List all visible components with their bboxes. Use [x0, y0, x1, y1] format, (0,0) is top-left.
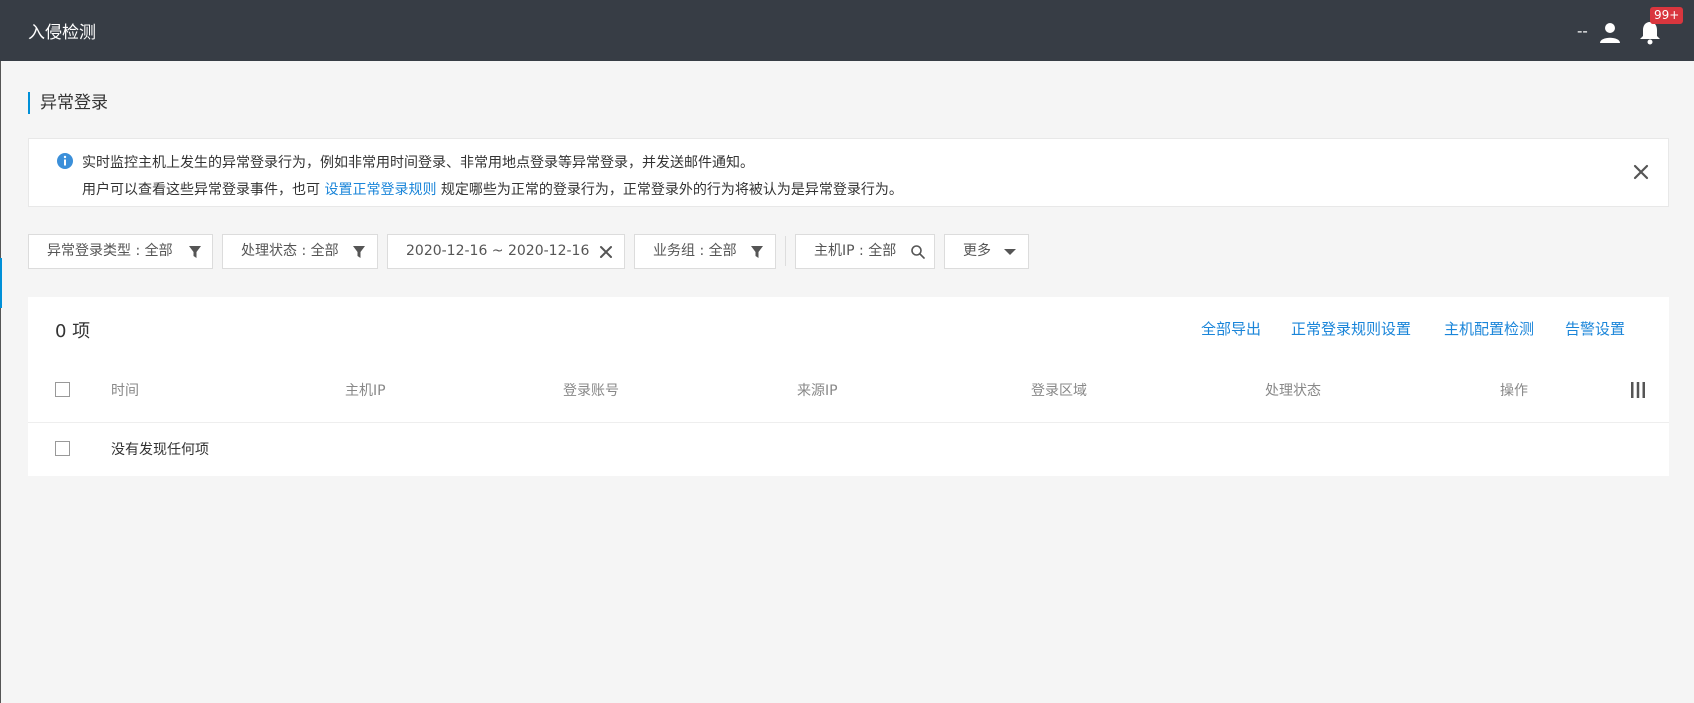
column-header-status[interactable]: 处理状态 — [1265, 380, 1321, 400]
column-header-time[interactable]: 时间 — [111, 380, 139, 400]
info-text-line1: 实时监控主机上发生的异常登录行为，例如非常用时间登录、非常用地点登录等异常登录，… — [82, 155, 754, 171]
left-edge-divider — [0, 61, 1, 703]
info-text-line2: 用户可以查看这些异常登录事件，也可 设置正常登录规则 规定哪些为正常的登录行为，… — [82, 179, 903, 199]
status-filter-label: 处理状态 : 全部 — [241, 243, 339, 259]
clear-date-icon[interactable] — [598, 244, 614, 260]
caret-down-icon — [1004, 249, 1016, 255]
info-text-prefix: 用户可以查看这些异常登录事件，也可 — [82, 182, 320, 198]
column-header-host-ip[interactable]: 主机IP — [345, 380, 386, 400]
column-settings-icon[interactable] — [1629, 381, 1647, 399]
alert-settings-link[interactable]: 告警设置 — [1565, 318, 1625, 339]
filter-icon — [353, 246, 365, 258]
result-count: 0 项 — [55, 321, 91, 342]
host-ip-search-label: 主机IP : 全部 — [814, 243, 897, 259]
page-title: 异常登录 — [28, 92, 108, 114]
info-icon — [57, 153, 73, 169]
business-group-filter[interactable]: 业务组 : 全部 — [634, 234, 776, 269]
filter-icon — [189, 246, 201, 258]
left-edge-marker — [0, 258, 2, 308]
date-range-label: 2020-12-16 ~ 2020-12-16 — [406, 243, 590, 259]
more-filters-label: 更多 — [963, 243, 991, 259]
filter-divider — [785, 236, 786, 266]
normal-login-rules-link[interactable]: 正常登录规则设置 — [1291, 318, 1411, 339]
column-header-actions: 操作 — [1500, 383, 1528, 399]
business-group-filter-label: 业务组 : 全部 — [653, 243, 737, 259]
app-title: 入侵检测 — [28, 23, 96, 43]
set-normal-login-rules-link[interactable]: 设置正常登录规则 — [324, 182, 436, 198]
column-header-source-ip[interactable]: 来源IP — [797, 380, 838, 400]
info-text-suffix: 规定哪些为正常的登录行为，正常登录外的行为将被认为是异常登录行为。 — [440, 182, 903, 198]
export-all-link[interactable]: 全部导出 — [1201, 318, 1261, 339]
host-config-check-link[interactable]: 主机配置检测 — [1444, 318, 1534, 339]
empty-state-text: 没有发现任何项 — [111, 442, 209, 458]
notification-badge: 99+ — [1650, 7, 1684, 24]
column-header-login-account[interactable]: 登录账号 — [563, 380, 619, 400]
search-icon[interactable] — [910, 244, 926, 260]
login-type-filter-label: 异常登录类型 : 全部 — [47, 243, 173, 259]
top-bar: 入侵检测 -- 99+ — [0, 0, 1694, 61]
user-icon[interactable] — [1598, 20, 1622, 44]
select-all-checkbox[interactable] — [55, 382, 70, 397]
login-type-filter[interactable]: 异常登录类型 : 全部 — [28, 234, 213, 269]
date-range-filter[interactable]: 2020-12-16 ~ 2020-12-16 — [387, 234, 625, 269]
more-filters-dropdown[interactable]: 更多 — [944, 234, 1029, 269]
host-ip-search[interactable]: 主机IP : 全部 — [795, 234, 935, 269]
info-banner: 实时监控主机上发生的异常登录行为，例如非常用时间登录、非常用地点登录等异常登录，… — [28, 138, 1669, 207]
column-header-login-region[interactable]: 登录区域 — [1031, 380, 1087, 400]
header-row-divider — [28, 422, 1669, 423]
close-icon[interactable] — [1630, 161, 1652, 183]
status-filter[interactable]: 处理状态 : 全部 — [222, 234, 378, 269]
user-name[interactable]: -- — [1577, 22, 1588, 40]
results-table-card: 0 项 全部导出 正常登录规则设置 主机配置检测 告警设置 时间 主机IP 登录… — [28, 297, 1669, 476]
filter-icon — [751, 246, 763, 258]
row-checkbox[interactable] — [55, 441, 70, 456]
